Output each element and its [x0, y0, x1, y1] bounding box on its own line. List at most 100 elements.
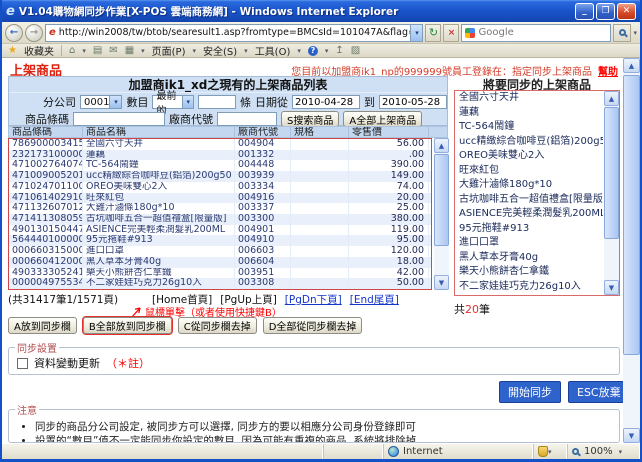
sync-list-item[interactable]: OREO美味雙心2入: [455, 149, 603, 164]
sync-list-item[interactable]: 古坑咖啡五合一超值禮盒[限量版]: [455, 193, 603, 208]
scroll-up-icon[interactable]: ▲: [604, 91, 619, 106]
table-row[interactable]: 0006604120005 黑人草本牙膏40g 006604 18.00: [9, 256, 431, 268]
sync-list-item[interactable]: 旺來紅包: [455, 164, 603, 179]
table-row[interactable]: 4710090052013 ucc精緻綜合咖啡豆(鋁箔)200g50 003939 1…: [9, 171, 431, 182]
page-scrollbar[interactable]: ▲ ▼: [623, 58, 640, 443]
pgdn-link[interactable]: [PgDn下頁]: [285, 292, 342, 307]
mail-icon[interactable]: ✉: [109, 45, 117, 56]
remove-all-button[interactable]: D全部從同步欄去掉: [262, 317, 363, 334]
scroll-up-icon[interactable]: ▲: [434, 138, 449, 153]
table-row[interactable]: 4903333052417 樂天小熊餅杏仁拿鐵 003951 42.00: [9, 267, 431, 279]
scroll-down-icon[interactable]: ▼: [434, 275, 449, 290]
branch-select[interactable]: 0001 ▾: [80, 95, 123, 109]
esc-cancel-button[interactable]: ESC放棄: [568, 381, 630, 403]
address-input[interactable]: e http://win2008/tw/btob/searesult1.asp?…: [45, 23, 424, 42]
scroll-down-icon[interactable]: ▼: [623, 428, 640, 443]
sync-list-item[interactable]: TC-564鬧鐘: [455, 120, 603, 135]
scroll-down-icon[interactable]: ▼: [604, 280, 619, 295]
zoom-icon[interactable]: [572, 448, 579, 455]
zoom-dropdown[interactable]: ▾: [619, 448, 623, 456]
help-icon[interactable]: ?: [307, 45, 318, 56]
header-name: 商品名稱: [83, 127, 235, 137]
remove-selected-button[interactable]: C從同步欄去掉: [177, 317, 257, 334]
favorites-button[interactable]: 收藏夹: [24, 43, 54, 58]
sync-list-item[interactable]: ASIENCE完美輕柔潤髮乳200ML: [455, 207, 603, 222]
safety-menu-dropdown[interactable]: ▾: [244, 47, 248, 55]
date-from-label: 日期從: [255, 96, 288, 109]
zoom-level[interactable]: 100%: [584, 446, 613, 457]
feed-icon[interactable]: ▤: [93, 45, 102, 56]
address-dropdown[interactable]: ▾: [410, 24, 423, 41]
table-row[interactable]: 4710247011009 OREO美味雙心2入 003334 74.00: [9, 181, 431, 193]
minimize-button[interactable]: _: [575, 2, 594, 20]
page-menu[interactable]: 页面(P): [152, 43, 186, 58]
sync-scrollbar[interactable]: ▲ ▼: [604, 91, 619, 295]
count-prefix: 共: [454, 303, 465, 316]
sync-list-item[interactable]: 樂天小熊餅杏仁拿鐵: [455, 265, 603, 280]
date-from-input[interactable]: [292, 95, 360, 109]
table-row[interactable]: 4710027640740 TC-564鬧鐘 004448 390.00: [9, 160, 431, 172]
header-price: 零售價: [349, 127, 429, 137]
protected-mode-icon[interactable]: [538, 446, 548, 457]
branch-label: 分公司: [43, 96, 76, 109]
print-icon[interactable]: ▦: [125, 45, 134, 56]
end-page-link[interactable]: [End尾頁]: [350, 292, 399, 307]
page-scroll-thumb[interactable]: [623, 75, 640, 355]
search-go-button[interactable]: [613, 23, 632, 42]
sync-list-item[interactable]: 大雞汁滷條180g*10: [455, 178, 603, 193]
data-update-checkbox[interactable]: [17, 357, 28, 369]
extra-icon-2[interactable]: ▨: [351, 45, 360, 56]
page-menu-dropdown[interactable]: ▾: [193, 47, 197, 55]
barcode-input[interactable]: [73, 112, 165, 126]
table-row[interactable]: 0000049755343 不二家娃娃巧克力26g10入 003308 50.00: [9, 278, 431, 290]
back-button[interactable]: ←: [5, 23, 23, 42]
all-products-button[interactable]: A全部上架商品: [343, 111, 423, 127]
add-all-button[interactable]: B全部放到同步欄: [81, 316, 173, 335]
sync-list-item[interactable]: 黑人草本牙膏40g: [455, 251, 603, 266]
table-row[interactable]: 4710614029101 旺來紅包 004916 20.00: [9, 192, 431, 204]
count-select[interactable]: 最前的▾: [152, 91, 194, 117]
tools-menu[interactable]: 工具(O): [255, 43, 291, 58]
restore-button[interactable]: ❐: [596, 2, 615, 20]
sync-list-item[interactable]: 進口口罩: [455, 236, 603, 251]
search-options-dropdown[interactable]: ▾: [633, 29, 637, 37]
sync-list-item[interactable]: 不二家娃娃巧克力26g10入: [455, 280, 603, 295]
table-row[interactable]: 0006603150005 進口口罩 006603 120.00: [9, 246, 431, 257]
protected-dropdown[interactable]: ▾: [548, 448, 552, 456]
date-to-input[interactable]: [379, 95, 447, 109]
stop-button[interactable]: ×: [443, 23, 460, 42]
table-row[interactable]: 2321731000007 蓮藕 001332 .00: [9, 149, 431, 161]
table-scroll-thumb[interactable]: [434, 154, 449, 246]
search-products-button[interactable]: S搜索商品: [281, 111, 340, 127]
start-sync-button[interactable]: 開始同步: [499, 381, 561, 403]
table-row[interactable]: 7869000034155 全國六寸天井 004904 56.00: [9, 139, 431, 150]
sync-scroll-thumb[interactable]: [604, 107, 619, 239]
sync-list-item[interactable]: 95元拖鞋#913: [455, 222, 603, 237]
table-row[interactable]: 4711326070122 大雞汁滷條180g*10 003337 25.00: [9, 203, 431, 215]
sync-list-item[interactable]: 全國六寸天井: [455, 91, 603, 106]
help-dropdown[interactable]: ▾: [325, 47, 329, 55]
print-dropdown[interactable]: ▾: [141, 47, 145, 55]
home-dropdown[interactable]: ▾: [82, 47, 86, 55]
safety-menu[interactable]: 安全(S): [203, 43, 237, 58]
refresh-button[interactable]: ↻: [425, 23, 442, 42]
search-box[interactable]: Google: [461, 23, 612, 42]
cell-price: 380.00: [349, 214, 429, 225]
cell-name: 全國六寸天井: [83, 139, 235, 150]
forward-button[interactable]: →: [25, 23, 43, 42]
table-row[interactable]: 4901301504470 ASIENCE完美輕柔潤髮乳200ML 004901 11…: [9, 224, 431, 236]
table-row[interactable]: 5644401000006 95元拖鞋#913 004910 95.00: [9, 235, 431, 247]
close-button[interactable]: ✕: [617, 2, 636, 20]
count-input[interactable]: [198, 95, 236, 109]
header-barcode: 商品條碼: [9, 127, 83, 137]
sync-list-item[interactable]: 蓮藕: [455, 106, 603, 121]
sync-list-item[interactable]: ucc精緻綜合咖啡豆(鋁箔)200g50: [455, 135, 603, 150]
tools-menu-dropdown[interactable]: ▾: [297, 47, 301, 55]
vendor-input[interactable]: [217, 112, 277, 126]
table-row[interactable]: 4714113080595 古坑咖啡五合一超值禮盒[限量版] 003300 380.0…: [9, 214, 431, 225]
add-selected-button[interactable]: A放到同步欄: [8, 317, 77, 334]
scroll-up-icon[interactable]: ▲: [623, 58, 640, 73]
home-icon[interactable]: ⌂: [69, 45, 75, 56]
extra-icon-1[interactable]: ↥: [335, 45, 343, 56]
table-scrollbar[interactable]: ▲ ▼: [434, 138, 449, 290]
